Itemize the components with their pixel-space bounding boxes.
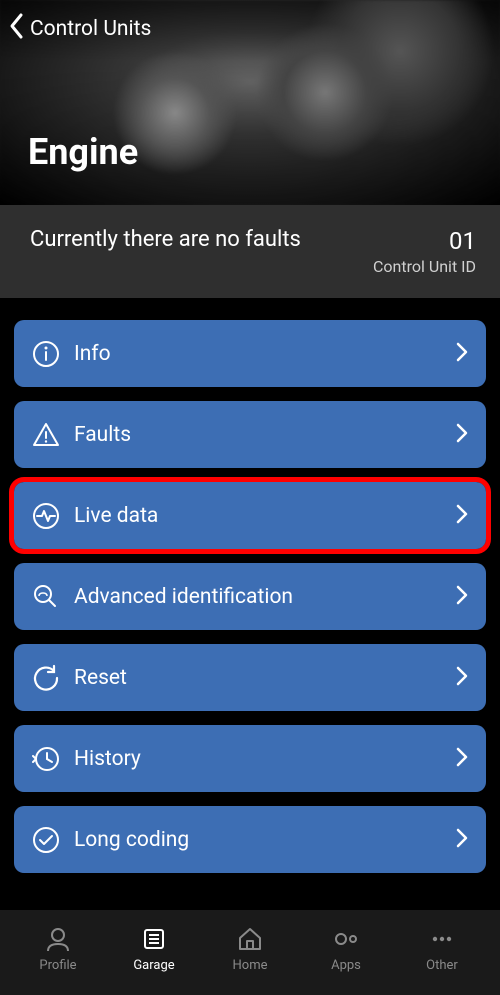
menu-item-live-data[interactable]: Live data — [14, 482, 486, 549]
menu-item-faults[interactable]: Faults — [14, 401, 486, 468]
tab-label: Other — [426, 958, 458, 973]
tab-home[interactable]: Home — [202, 926, 298, 973]
page-title: Engine — [28, 131, 138, 173]
other-icon — [428, 926, 456, 952]
reset-icon — [32, 664, 60, 692]
pulse-icon — [32, 502, 60, 530]
control-unit-id: 01 — [373, 227, 476, 255]
menu-item-label: History — [74, 747, 442, 771]
chevron-right-icon — [456, 585, 468, 609]
menu-item-advanced-identification[interactable]: Advanced identification — [14, 563, 486, 630]
chevron-left-icon — [8, 12, 26, 46]
menu-item-label: Reset — [74, 666, 442, 690]
menu-item-history[interactable]: History — [14, 725, 486, 792]
back-button[interactable]: Control Units — [8, 12, 151, 46]
menu-list: Info Faults Live data Advanced identificati… — [0, 298, 500, 873]
fault-status-text: Currently there are no faults — [30, 227, 301, 252]
home-icon — [236, 926, 264, 952]
menu-item-info[interactable]: Info — [14, 320, 486, 387]
chevron-right-icon — [456, 747, 468, 771]
back-label: Control Units — [30, 17, 151, 41]
tab-label: Home — [233, 958, 268, 973]
garage-icon — [140, 926, 168, 952]
tab-label: Apps — [331, 958, 361, 973]
menu-item-label: Advanced identification — [74, 585, 442, 609]
check-circle-icon — [32, 826, 60, 854]
menu-item-label: Live data — [74, 504, 442, 528]
chevron-right-icon — [456, 342, 468, 366]
history-icon — [32, 745, 60, 773]
chevron-right-icon — [456, 666, 468, 690]
tab-bar: Profile Garage Home Apps Other — [0, 910, 500, 995]
warning-icon — [32, 421, 60, 449]
hero-banner: Control Units Engine — [0, 0, 500, 205]
menu-item-label: Info — [74, 342, 442, 366]
chevron-right-icon — [456, 423, 468, 447]
chevron-right-icon — [456, 828, 468, 852]
tab-label: Profile — [39, 958, 76, 973]
chevron-right-icon — [456, 504, 468, 528]
tab-garage[interactable]: Garage — [106, 926, 202, 973]
info-icon — [32, 340, 60, 368]
control-unit-id-label: Control Unit ID — [373, 257, 476, 276]
status-bar: Currently there are no faults 01 Control… — [0, 205, 500, 298]
tab-label: Garage — [133, 958, 174, 973]
menu-item-reset[interactable]: Reset — [14, 644, 486, 711]
tab-other[interactable]: Other — [394, 926, 490, 973]
menu-item-label: Faults — [74, 423, 442, 447]
search-car-icon — [32, 583, 60, 611]
profile-icon — [44, 926, 72, 952]
menu-item-label: Long coding — [74, 828, 442, 852]
apps-icon — [332, 926, 360, 952]
tab-apps[interactable]: Apps — [298, 926, 394, 973]
menu-item-long-coding[interactable]: Long coding — [14, 806, 486, 873]
tab-profile[interactable]: Profile — [10, 926, 106, 973]
